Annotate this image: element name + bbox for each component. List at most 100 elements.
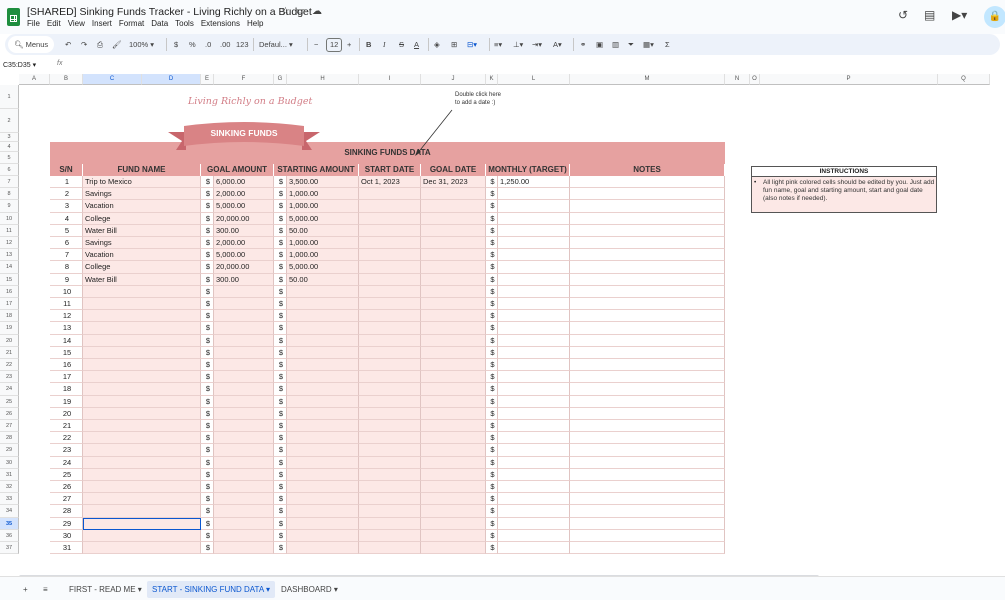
currency-symbol[interactable]: $ <box>201 212 214 225</box>
currency-symbol[interactable]: $ <box>274 468 287 481</box>
more-formats-button[interactable]: 123 <box>236 34 249 55</box>
currency-symbol[interactable]: $ <box>201 346 214 359</box>
row-header[interactable]: 30 <box>0 456 19 469</box>
start-date-cell[interactable] <box>359 529 421 542</box>
goal-amount-cell[interactable] <box>214 285 274 298</box>
currency-symbol[interactable]: $ <box>486 444 498 457</box>
start-date-cell[interactable] <box>359 237 421 250</box>
menu-item[interactable]: Data <box>151 19 168 28</box>
currency-symbol[interactable]: $ <box>274 188 287 201</box>
monthly-target-cell[interactable] <box>498 468 570 481</box>
sn-cell[interactable]: 14 <box>50 334 83 347</box>
sn-cell[interactable]: 12 <box>50 310 83 323</box>
goal-date-cell[interactable] <box>421 249 486 262</box>
currency-symbol[interactable]: $ <box>274 212 287 225</box>
row-header[interactable]: 4 <box>0 142 19 152</box>
currency-symbol[interactable]: $ <box>201 529 214 542</box>
row-header[interactable]: 33 <box>0 493 19 506</box>
notes-cell[interactable] <box>570 359 725 372</box>
starting-amount-cell[interactable] <box>287 468 359 481</box>
strikethrough-button[interactable]: S <box>399 34 404 55</box>
currency-symbol[interactable]: $ <box>486 273 498 286</box>
currency-symbol[interactable]: $ <box>486 261 498 274</box>
currency-symbol[interactable]: $ <box>274 420 287 433</box>
column-header[interactable]: J <box>421 74 486 85</box>
currency-symbol[interactable]: $ <box>486 285 498 298</box>
fund-name-cell[interactable]: Water Bill <box>83 224 201 237</box>
sn-cell[interactable]: 27 <box>50 493 83 506</box>
goal-amount-cell[interactable] <box>214 298 274 311</box>
sn-cell[interactable]: 23 <box>50 444 83 457</box>
insert-comment-icon[interactable]: ▣ <box>596 34 603 55</box>
currency-symbol[interactable]: $ <box>274 224 287 237</box>
cloud-status-icon[interactable]: ☁ <box>312 6 322 17</box>
column-header[interactable]: D <box>142 74 201 85</box>
sn-cell[interactable]: 19 <box>50 395 83 408</box>
filter-views-icon[interactable]: ▦▾ <box>643 34 654 55</box>
notes-cell[interactable] <box>570 273 725 286</box>
column-header[interactable]: N <box>725 74 750 85</box>
sn-cell[interactable]: 1 <box>50 176 83 189</box>
notes-cell[interactable] <box>570 310 725 323</box>
currency-symbol[interactable]: $ <box>274 505 287 518</box>
currency-symbol[interactable]: $ <box>486 298 498 311</box>
monthly-target-cell[interactable] <box>498 395 570 408</box>
row-header[interactable]: 28 <box>0 432 19 445</box>
starting-amount-cell[interactable]: 5,000.00 <box>287 261 359 274</box>
version-history-icon[interactable]: ↺ <box>898 8 908 22</box>
start-date-cell[interactable] <box>359 322 421 335</box>
fund-name-cell[interactable] <box>83 407 201 420</box>
currency-symbol[interactable]: $ <box>201 407 214 420</box>
currency-symbol[interactable]: $ <box>201 224 214 237</box>
goal-amount-cell[interactable] <box>214 383 274 396</box>
row-header[interactable]: 31 <box>0 468 19 481</box>
currency-symbol[interactable]: $ <box>274 285 287 298</box>
fund-name-cell[interactable] <box>83 285 201 298</box>
monthly-target-cell[interactable] <box>498 493 570 506</box>
row-header[interactable]: 27 <box>0 420 19 433</box>
font-select[interactable]: Defaul... ▾ <box>259 34 293 55</box>
sn-cell[interactable]: 11 <box>50 298 83 311</box>
monthly-target-cell[interactable] <box>498 432 570 445</box>
currency-symbol[interactable]: $ <box>486 212 498 225</box>
currency-symbol[interactable]: $ <box>486 188 498 201</box>
currency-symbol[interactable]: $ <box>274 529 287 542</box>
currency-symbol[interactable]: $ <box>486 420 498 433</box>
currency-symbol[interactable]: $ <box>274 310 287 323</box>
row-header[interactable]: 23 <box>0 371 19 384</box>
starting-amount-cell[interactable] <box>287 456 359 469</box>
goal-amount-cell[interactable]: 300.00 <box>214 273 274 286</box>
fund-name-cell[interactable]: Savings <box>83 188 201 201</box>
goal-date-cell[interactable] <box>421 322 486 335</box>
start-date-cell[interactable] <box>359 188 421 201</box>
start-date-cell[interactable] <box>359 261 421 274</box>
goal-date-cell[interactable] <box>421 468 486 481</box>
merge-cells-icon[interactable]: ⊟▾ <box>467 34 477 55</box>
menu-item[interactable]: File <box>27 19 40 28</box>
notes-cell[interactable] <box>570 395 725 408</box>
sn-cell[interactable]: 25 <box>50 468 83 481</box>
fund-name-cell[interactable] <box>83 383 201 396</box>
column-header[interactable]: P <box>760 74 938 85</box>
currency-symbol[interactable]: $ <box>486 542 498 555</box>
monthly-target-cell[interactable] <box>498 481 570 494</box>
start-date-cell[interactable] <box>359 224 421 237</box>
fund-name-cell[interactable] <box>83 359 201 372</box>
monthly-target-cell[interactable] <box>498 407 570 420</box>
goal-date-cell[interactable] <box>421 359 486 372</box>
fund-name-cell[interactable] <box>83 468 201 481</box>
starting-amount-cell[interactable] <box>287 346 359 359</box>
notes-cell[interactable] <box>570 200 725 213</box>
starting-amount-cell[interactable]: 50.00 <box>287 224 359 237</box>
row-header[interactable]: 10 <box>0 212 19 225</box>
currency-symbol[interactable]: $ <box>201 383 214 396</box>
sn-cell[interactable]: 8 <box>50 261 83 274</box>
currency-symbol[interactable]: $ <box>274 176 287 189</box>
sn-cell[interactable]: 28 <box>50 505 83 518</box>
sn-cell[interactable]: 7 <box>50 249 83 262</box>
notes-cell[interactable] <box>570 371 725 384</box>
sn-cell[interactable]: 17 <box>50 371 83 384</box>
monthly-target-cell[interactable] <box>498 383 570 396</box>
notes-cell[interactable] <box>570 529 725 542</box>
start-date-cell[interactable] <box>359 444 421 457</box>
